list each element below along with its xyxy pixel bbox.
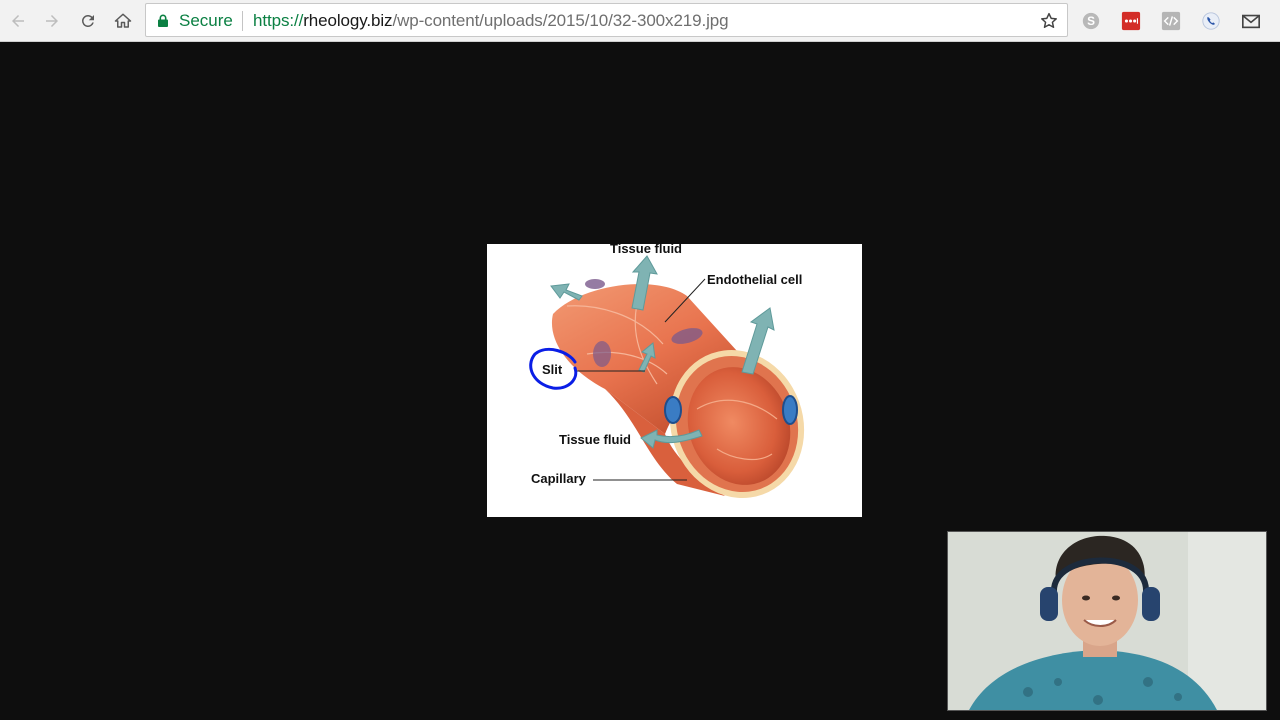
capillary-diagram-image[interactable]: Tissue fluid Endothelial cell Slit Tissu… bbox=[487, 244, 862, 517]
reload-icon bbox=[81, 14, 94, 27]
url-host: rheology.biz bbox=[303, 11, 393, 30]
label-capillary: Capillary bbox=[531, 471, 586, 486]
url-text[interactable]: https://rheology.biz/wp-content/uploads/… bbox=[253, 11, 729, 31]
lock-icon bbox=[158, 14, 168, 27]
label-slit: Slit bbox=[542, 362, 563, 377]
gmail-extension[interactable] bbox=[1240, 10, 1262, 32]
lastpass-icon bbox=[1121, 11, 1141, 31]
reload-button[interactable] bbox=[76, 9, 100, 33]
gmail-icon bbox=[1242, 14, 1260, 29]
secure-label: Secure bbox=[179, 11, 233, 30]
back-button[interactable] bbox=[6, 9, 30, 33]
omnibox-separator bbox=[242, 11, 243, 31]
arrow-right-icon bbox=[46, 15, 58, 27]
phone-icon bbox=[1202, 12, 1220, 30]
address-bar[interactable]: Secure https://rheology.biz/wp-content/u… bbox=[145, 3, 1068, 37]
label-endothelial-cell: Endothelial cell bbox=[707, 272, 803, 287]
forward-button[interactable] bbox=[40, 9, 64, 33]
browser-toolbar: Secure https://rheology.biz/wp-content/u… bbox=[0, 0, 1280, 42]
bookmark-star-icon[interactable] bbox=[1039, 11, 1059, 31]
home-icon bbox=[114, 13, 132, 28]
skype-extension[interactable]: S bbox=[1080, 10, 1102, 32]
home-button[interactable] bbox=[111, 9, 135, 33]
phone-extension[interactable] bbox=[1200, 10, 1222, 32]
skype-icon: S bbox=[1082, 12, 1100, 30]
presenter-video bbox=[948, 532, 1266, 710]
arrow-left-icon bbox=[12, 15, 24, 27]
webcam-overlay bbox=[947, 531, 1267, 711]
code-extension[interactable] bbox=[1160, 10, 1182, 32]
code-icon bbox=[1161, 11, 1181, 31]
svg-text:S: S bbox=[1087, 14, 1095, 28]
label-tissue-fluid-bottom: Tissue fluid bbox=[559, 432, 631, 447]
label-tissue-fluid-top: Tissue fluid bbox=[610, 244, 682, 256]
url-path: /wp-content/uploads/2015/10/32-300x219.j… bbox=[392, 11, 729, 30]
lastpass-extension[interactable] bbox=[1120, 10, 1142, 32]
url-scheme: https:// bbox=[253, 11, 304, 30]
